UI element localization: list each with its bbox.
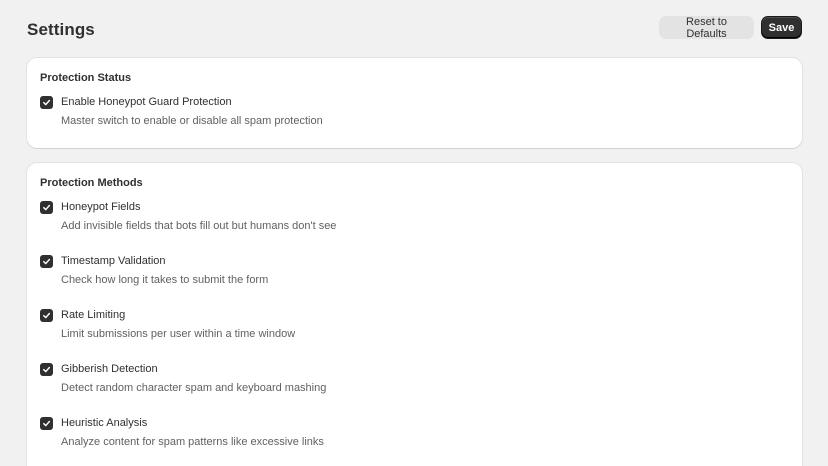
rate-limiting-checkbox[interactable] [40, 308, 53, 322]
option-label: Gibberish Detection [61, 363, 158, 375]
option-description: Detect random character spam and keyboar… [61, 382, 327, 394]
checkmark-icon [43, 366, 51, 372]
header-actions: Reset to Defaults Save [659, 16, 802, 40]
option-row[interactable]: Enable Honeypot Guard Protection [40, 95, 789, 109]
option-row[interactable]: Honeypot Fields [40, 200, 789, 214]
option-label: Rate Limiting [61, 309, 126, 321]
option-rate-limiting: Rate Limiting Limit submissions per user… [40, 308, 789, 340]
page-header: Settings Reset to Defaults Save [27, 0, 802, 58]
checkmark-icon [43, 312, 51, 318]
reset-to-defaults-button[interactable]: Reset to Defaults [659, 16, 754, 40]
option-honeypot-fields: Honeypot Fields Add invisible fields tha… [40, 200, 789, 232]
heuristic-analysis-checkbox[interactable] [40, 416, 53, 430]
option-description: Analyze content for spam patterns like e… [61, 436, 324, 448]
option-heuristic-analysis: Heuristic Analysis Analyze content for s… [40, 416, 789, 448]
option-description: Check how long it takes to submit the fo… [61, 274, 269, 286]
page-title: Settings [27, 19, 95, 39]
protection-status-title: Protection Status [40, 72, 132, 84]
honeypot-fields-checkbox[interactable] [40, 200, 53, 214]
option-row[interactable]: Rate Limiting [40, 308, 789, 322]
option-gibberish-detection: Gibberish Detection Detect random charac… [40, 362, 789, 394]
option-label: Timestamp Validation [61, 255, 166, 267]
checkmark-icon [43, 99, 51, 105]
option-label: Enable Honeypot Guard Protection [61, 96, 232, 108]
checkmark-icon [43, 420, 51, 426]
settings-page: Settings Reset to Defaults Save Protecti… [0, 0, 828, 466]
checkmark-icon [43, 258, 51, 264]
protection-status-card: Protection Status Enable Honeypot Guard … [27, 58, 802, 148]
option-label: Heuristic Analysis [61, 417, 148, 429]
option-timestamp-validation: Timestamp Validation Check how long it t… [40, 254, 789, 286]
option-description: Master switch to enable or disable all s… [61, 115, 323, 127]
protection-methods-card: Protection Methods Honeypot Fields Add i… [27, 163, 802, 466]
checkmark-icon [43, 204, 51, 210]
gibberish-detection-checkbox[interactable] [40, 362, 53, 376]
option-enable-protection: Enable Honeypot Guard Protection Master … [40, 95, 789, 127]
protection-methods-title: Protection Methods [40, 177, 143, 189]
enable-protection-checkbox[interactable] [40, 95, 53, 109]
option-row[interactable]: Heuristic Analysis [40, 416, 789, 430]
option-row[interactable]: Timestamp Validation [40, 254, 789, 268]
option-description: Limit submissions per user within a time… [61, 328, 296, 340]
save-button[interactable]: Save [761, 16, 802, 39]
timestamp-validation-checkbox[interactable] [40, 254, 53, 268]
option-description: Add invisible fields that bots fill out … [61, 220, 337, 232]
option-row[interactable]: Gibberish Detection [40, 362, 789, 376]
option-label: Honeypot Fields [61, 201, 141, 213]
